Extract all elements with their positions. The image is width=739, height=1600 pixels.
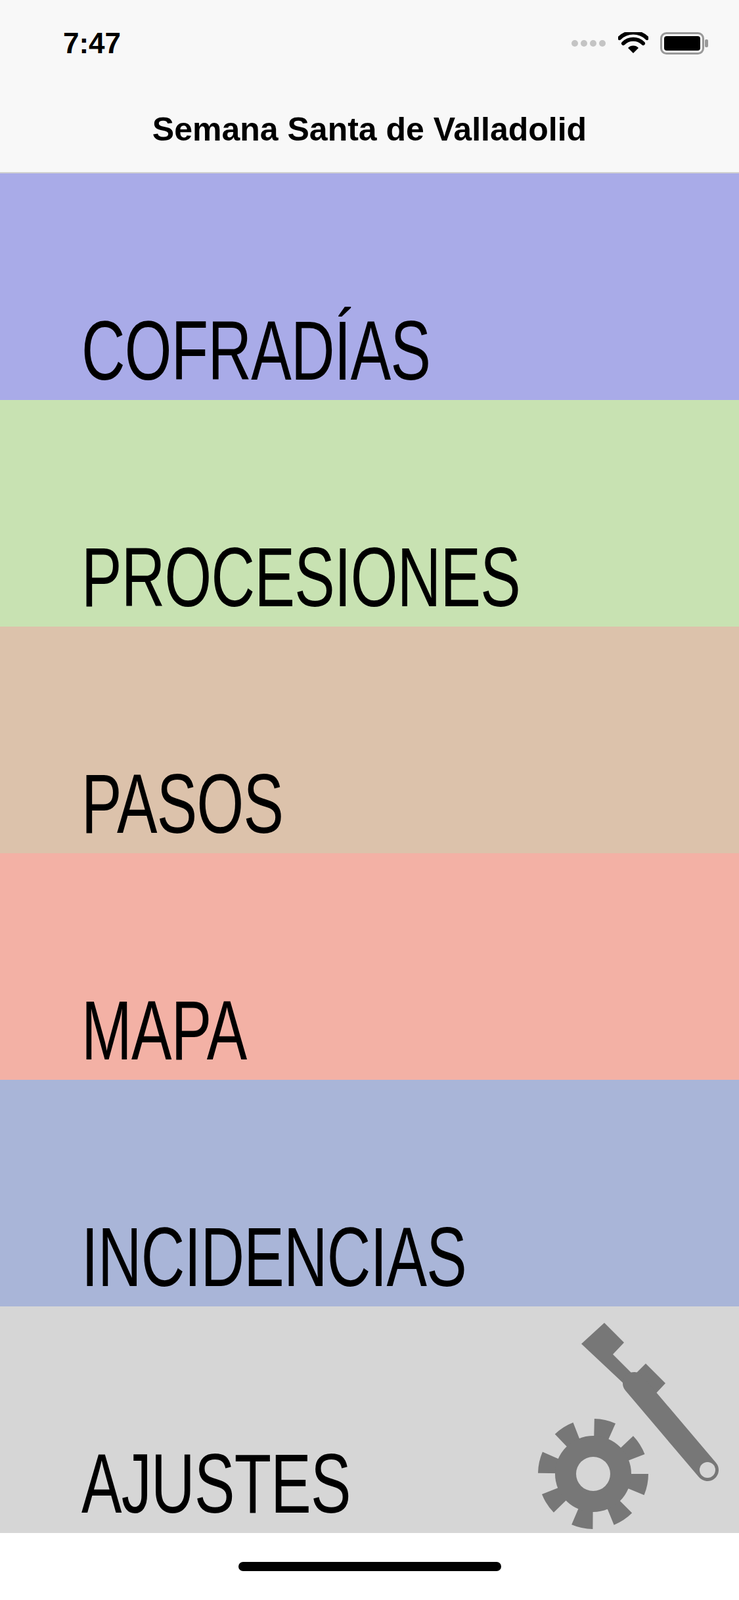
menu-tile[interactable]: INCIDENCIAS [0, 1079, 739, 1307]
menu-list: COFRADÍAS PROCESIONES PASOS MAPA INCIDENCIAS… [0, 173, 739, 1534]
home-indicator[interactable] [238, 1562, 502, 1572]
home-area [0, 1533, 739, 1600]
menu-label[interactable]: COFRADÍAS [81, 306, 431, 395]
wifi-icon [618, 32, 649, 55]
menu-tile[interactable]: MAPA [0, 853, 739, 1080]
menu-label[interactable]: INCIDENCIAS [81, 1213, 467, 1302]
menu-tile[interactable]: COFRADÍAS [0, 173, 739, 401]
battery-icon [660, 32, 709, 55]
signal-icon [570, 38, 607, 49]
menu-label[interactable]: AJUSTES [81, 1439, 351, 1528]
app-screen: 7:47 Semana Santa de Valladolid COFRADÍAS P… [0, 0, 739, 1600]
menu-tile[interactable]: PROCESIONES [0, 400, 739, 627]
menu-label[interactable]: PROCESIONES [81, 533, 521, 622]
navigation-bar: Semana Santa de Valladolid [0, 86, 739, 174]
menu-label[interactable]: PASOS [81, 760, 284, 849]
status-bar: 7:47 [0, 0, 739, 87]
status-time: 7:47 [63, 26, 121, 60]
nav-title: Semana Santa de Valladolid [152, 110, 587, 149]
menu-tile[interactable]: AJUSTES [0, 1306, 739, 1534]
menu-label[interactable]: MAPA [81, 986, 247, 1075]
menu-tile[interactable]: PASOS [0, 626, 739, 854]
status-icons [570, 32, 709, 55]
settings-icon [535, 1317, 726, 1530]
